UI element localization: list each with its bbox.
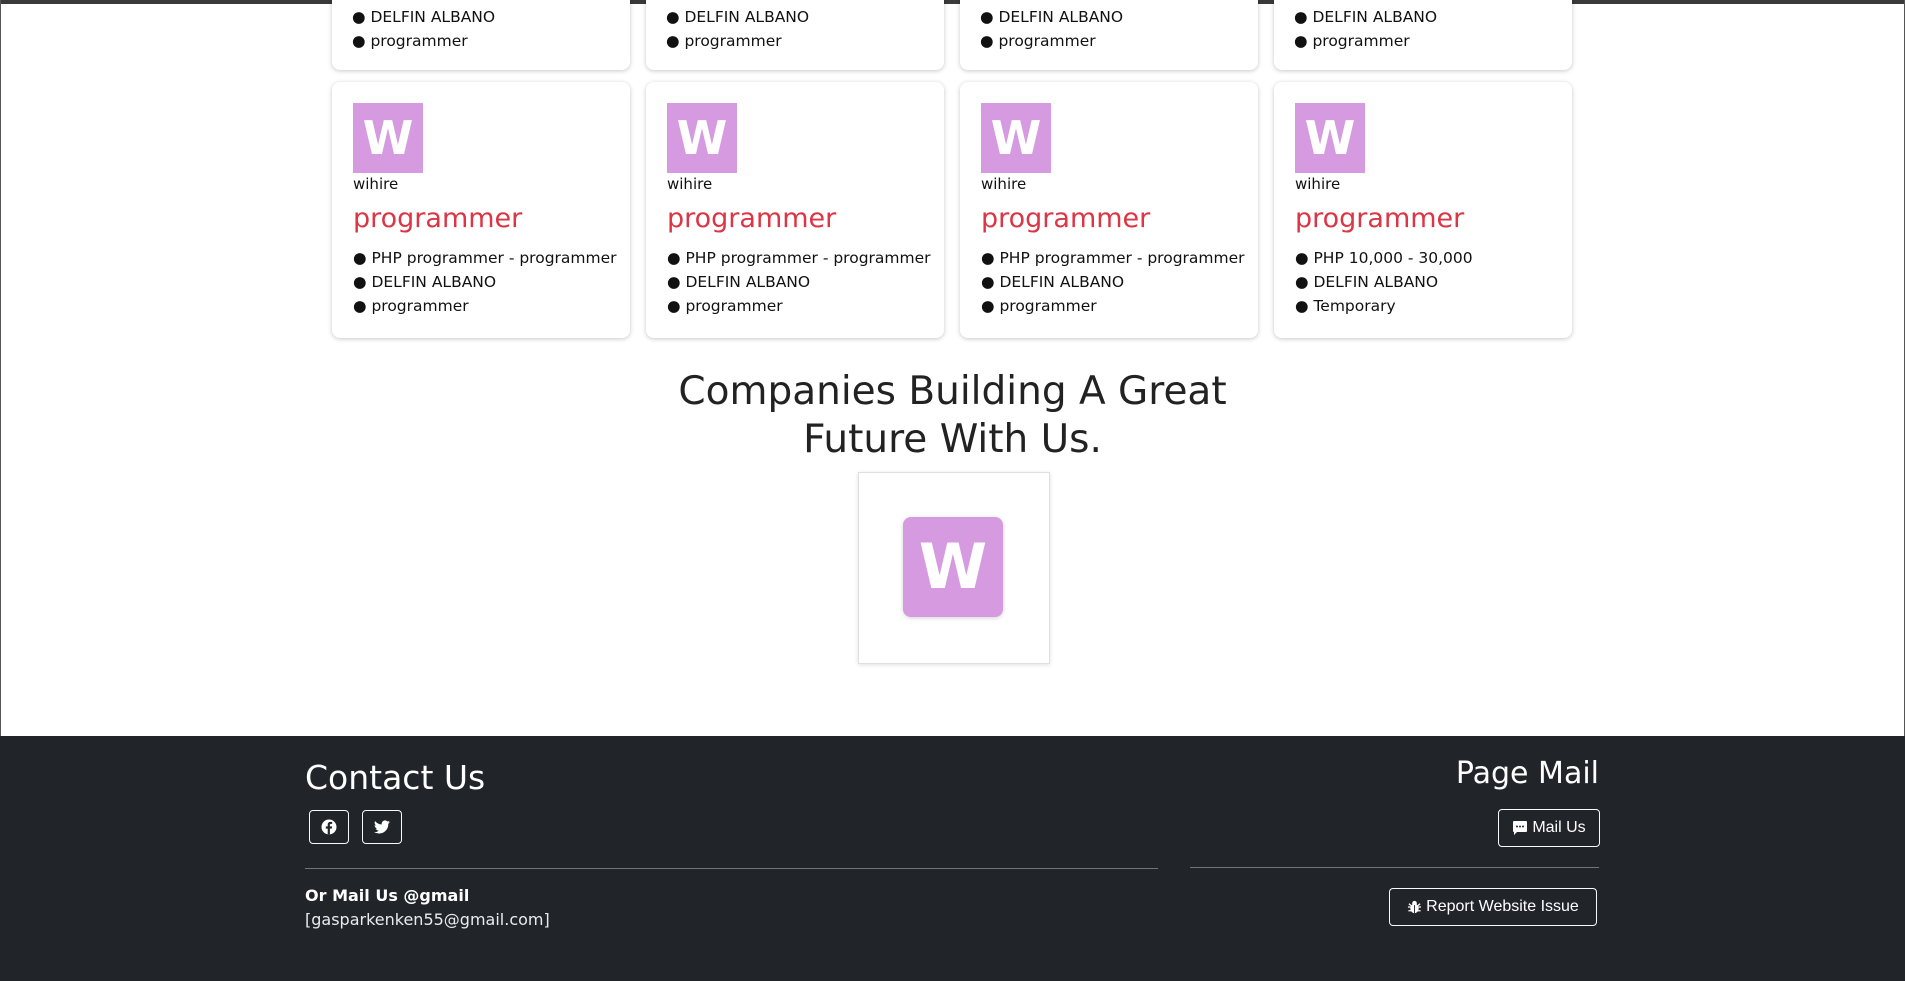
job-card-details: ● PHP 10,000 - 30,000 ● DELFIN ALBANO ● … bbox=[1295, 246, 1473, 318]
job-detail-employer: ● DELFIN ALBANO bbox=[353, 273, 497, 291]
page-mail-title: Page Mail bbox=[1455, 756, 1599, 791]
job-detail-employer: ● DELFIN ALBANO bbox=[352, 8, 496, 26]
job-card-details: ● PHP programmer - programmer ● DELFIN A… bbox=[981, 246, 1245, 318]
mail-address[interactable]: [gasparkenken55@gmail.com] bbox=[305, 910, 550, 929]
job-title[interactable]: programmer bbox=[1295, 203, 1464, 234]
job-title[interactable]: programmer bbox=[981, 203, 1150, 234]
companies-section-title: Companies Building A Great Future With U… bbox=[0, 368, 1905, 464]
company-logo: W bbox=[981, 103, 1051, 173]
job-cards-row-partial: ● DELFIN ALBANO ● programmer ● DELFIN AL… bbox=[332, 0, 1576, 72]
job-detail-employer: ● DELFIN ALBANO bbox=[1294, 8, 1438, 26]
job-title[interactable]: programmer bbox=[667, 203, 836, 234]
company-name: wihire bbox=[353, 175, 399, 193]
job-card-details: ● DELFIN ALBANO ● programmer bbox=[352, 5, 495, 53]
job-detail-type: ● programmer bbox=[352, 32, 468, 50]
company-logo: W bbox=[667, 103, 737, 173]
footer-divider-left bbox=[305, 868, 1158, 869]
job-card[interactable]: ● DELFIN ALBANO ● programmer bbox=[960, 0, 1258, 70]
job-card[interactable]: W wihire programmer ● PHP programmer - p… bbox=[960, 82, 1258, 338]
job-card[interactable]: ● DELFIN ALBANO ● programmer bbox=[646, 0, 944, 70]
job-detail-type: ● programmer bbox=[667, 297, 783, 315]
job-detail-type: ● programmer bbox=[980, 32, 1096, 50]
job-detail-salary: ● PHP 10,000 - 30,000 bbox=[1295, 249, 1473, 267]
job-detail-employer: ● DELFIN ALBANO bbox=[666, 8, 810, 26]
job-card[interactable]: ● DELFIN ALBANO ● programmer bbox=[332, 0, 630, 70]
job-card-details: ● PHP programmer - programmer ● DELFIN A… bbox=[667, 246, 931, 318]
facebook-icon bbox=[321, 819, 337, 835]
contact-title: Contact Us bbox=[305, 758, 486, 797]
facebook-button[interactable] bbox=[309, 810, 349, 844]
job-detail-employer: ● DELFIN ALBANO bbox=[1295, 273, 1439, 291]
mail-label: Or Mail Us @gmail bbox=[305, 886, 470, 905]
chat-dots-icon bbox=[1513, 821, 1528, 835]
job-detail-type: ● programmer bbox=[1294, 32, 1410, 50]
job-card-details: ● DELFIN ALBANO ● programmer bbox=[1294, 5, 1437, 53]
company-tile[interactable]: W bbox=[858, 472, 1050, 664]
twitter-icon bbox=[374, 820, 390, 834]
job-detail-type: ● programmer bbox=[353, 297, 469, 315]
job-detail-salary: ● PHP programmer - programmer bbox=[667, 249, 931, 267]
job-detail-employer: ● DELFIN ALBANO bbox=[980, 8, 1124, 26]
job-card[interactable]: W wihire programmer ● PHP 10,000 - 30,00… bbox=[1274, 82, 1572, 338]
job-cards-row: W wihire programmer ● PHP programmer - p… bbox=[332, 82, 1576, 338]
mail-us-button[interactable]: Mail Us bbox=[1498, 809, 1600, 847]
companies-title-line-2: Future With Us. bbox=[803, 417, 1102, 462]
report-issue-button[interactable]: Report Website Issue bbox=[1389, 888, 1597, 926]
job-detail-employer: ● DELFIN ALBANO bbox=[667, 273, 811, 291]
job-detail-employer: ● DELFIN ALBANO bbox=[981, 273, 1125, 291]
company-logo: W bbox=[1295, 103, 1365, 173]
job-detail-type: ● programmer bbox=[981, 297, 1097, 315]
bug-icon bbox=[1408, 900, 1422, 914]
company-logo: W bbox=[903, 517, 1003, 617]
company-name: wihire bbox=[667, 175, 713, 193]
report-issue-label: Report Website Issue bbox=[1426, 898, 1579, 915]
footer-divider-right bbox=[1190, 867, 1599, 868]
job-card-details: ● DELFIN ALBANO ● programmer bbox=[666, 5, 809, 53]
footer: Contact Us Or Mail Us @gmail [gasparkenk… bbox=[0, 736, 1905, 981]
company-logo: W bbox=[353, 103, 423, 173]
job-card[interactable]: W wihire programmer ● PHP programmer - p… bbox=[646, 82, 944, 338]
mail-us-label: Mail Us bbox=[1532, 819, 1586, 836]
job-card[interactable]: W wihire programmer ● PHP programmer - p… bbox=[332, 82, 630, 338]
job-detail-type: ● Temporary bbox=[1295, 297, 1396, 315]
job-title[interactable]: programmer bbox=[353, 203, 522, 234]
companies-title-line-1: Companies Building A Great bbox=[678, 369, 1227, 414]
job-detail-salary: ● PHP programmer - programmer bbox=[353, 249, 617, 267]
job-detail-salary: ● PHP programmer - programmer bbox=[981, 249, 1245, 267]
job-card-details: ● PHP programmer - programmer ● DELFIN A… bbox=[353, 246, 617, 318]
job-card[interactable]: ● DELFIN ALBANO ● programmer bbox=[1274, 0, 1572, 70]
company-name: wihire bbox=[981, 175, 1027, 193]
company-name: wihire bbox=[1295, 175, 1341, 193]
job-detail-type: ● programmer bbox=[666, 32, 782, 50]
twitter-button[interactable] bbox=[362, 810, 402, 844]
job-card-details: ● DELFIN ALBANO ● programmer bbox=[980, 5, 1123, 53]
